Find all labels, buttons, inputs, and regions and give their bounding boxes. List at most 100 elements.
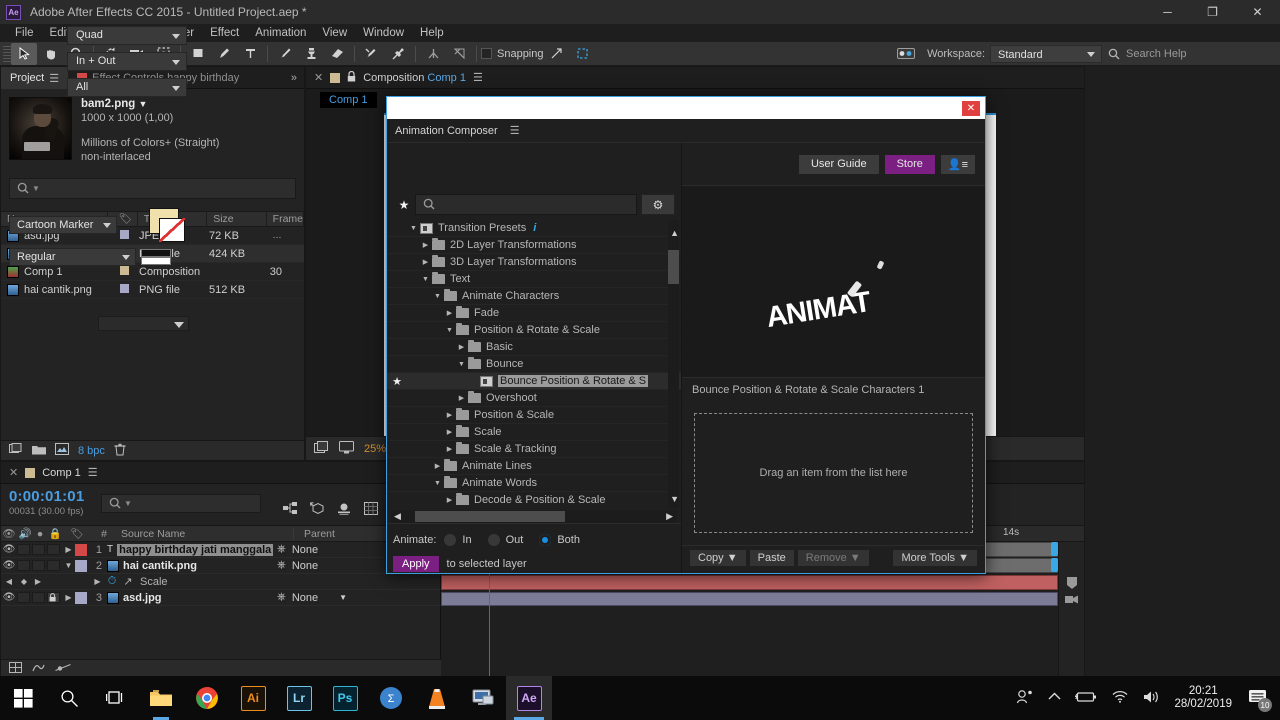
taskbar-clock[interactable]: 20:21 28/02/2019 <box>1174 685 1232 711</box>
anchor-point-tool-icon[interactable] <box>420 43 446 65</box>
layer-bar-4[interactable] <box>441 592 1058 606</box>
prev-keyframe-icon[interactable]: ◀ <box>1 577 17 586</box>
preset-tree-item[interactable]: ▶ Overshoot <box>387 390 681 407</box>
label-swatch[interactable] <box>119 283 129 293</box>
animate-radio[interactable] <box>444 534 457 546</box>
preset-tree[interactable]: ▼ Transition Presets i ▶ 2D Layer Transforma… <box>387 220 681 508</box>
stroke-type-select[interactable] <box>98 316 189 331</box>
layer-lock-toggle[interactable] <box>47 592 60 603</box>
graph-icon[interactable]: ↗ <box>120 575 136 588</box>
tree-hscroll-thumb[interactable] <box>414 511 565 522</box>
new-folder-icon[interactable] <box>32 444 46 458</box>
stopwatch-icon[interactable]: ⏱ <box>104 575 120 588</box>
chevron-down-icon[interactable]: ▼ <box>339 593 347 602</box>
menu-item-help[interactable]: Help <box>412 25 452 41</box>
shy-icon[interactable] <box>1065 576 1079 590</box>
copy-button[interactable]: Copy ▼ <box>690 549 746 566</box>
gear-icon[interactable]: ⚙ <box>641 194 675 215</box>
roto-brush-tool-icon[interactable] <box>359 43 385 65</box>
twisty-icon[interactable]: ▼ <box>443 327 456 334</box>
zoom-level[interactable]: 25% <box>364 443 386 455</box>
zoom-slider-icon[interactable] <box>55 663 71 675</box>
current-time-display[interactable]: 0:00:01:01 00031 (30.00 fps) <box>1 484 101 525</box>
scroll-right-icon[interactable]: ▶ <box>666 511 673 522</box>
monitor-icon[interactable] <box>339 440 354 457</box>
column-size[interactable]: Size <box>207 211 267 227</box>
paste-button[interactable]: Paste <box>749 549 794 566</box>
column-frame[interactable]: Frame ... <box>267 211 305 241</box>
toggle-switches-modes-icon[interactable] <box>9 661 22 676</box>
parent-pickwhip-icon[interactable]: ⎈ <box>277 543 286 556</box>
tree-scrollbar-thumb[interactable] <box>668 250 679 284</box>
remote-desktop-icon[interactable] <box>460 676 506 720</box>
scroll-up-icon[interactable]: ▲ <box>670 228 679 238</box>
show-hidden-icons-chevron-icon[interactable] <box>1048 692 1061 704</box>
layer-audio-toggle[interactable] <box>17 544 30 555</box>
layer-bar-3[interactable] <box>441 575 1058 590</box>
close-button[interactable]: ✕ <box>1235 0 1280 24</box>
timeline-layer-row[interactable]: 👁 ▶ 1 Thappy birthday jati manggala ⎈ None <box>1 542 440 558</box>
toggle-transparency-icon[interactable] <box>314 440 329 457</box>
twisty-icon[interactable]: ▶ <box>455 394 468 402</box>
animation-composer-window[interactable]: ✕ Animation Composer ☰ ★ ⚙ ▼ Transition P… <box>386 96 986 574</box>
layer-out-handle-1[interactable] <box>1051 542 1058 556</box>
start-button[interactable] <box>0 676 46 720</box>
animate-option[interactable]: Both <box>539 534 580 546</box>
user-guide-button[interactable]: User Guide <box>798 154 879 174</box>
preset-tree-item[interactable]: ★ Bounce Position & Rotate & S <box>387 373 681 390</box>
panel-menu-icon[interactable]: ☰ <box>473 71 483 84</box>
preset-search-input[interactable] <box>415 194 637 215</box>
field-select[interactable]: All <box>67 77 187 97</box>
graph-editor-icon[interactable] <box>364 501 378 518</box>
layer-solo-toggle[interactable] <box>32 592 45 603</box>
menu-item-view[interactable]: View <box>314 25 355 41</box>
twisty-icon[interactable]: ▶ <box>443 496 456 504</box>
font-style-select[interactable]: Regular <box>9 248 136 266</box>
workspace-select[interactable]: Standard <box>990 44 1102 63</box>
layer-audio-toggle[interactable] <box>17 592 30 603</box>
layer-label-color[interactable] <box>75 591 87 604</box>
layer-parent-value[interactable]: None <box>292 592 318 604</box>
hand-tool-icon[interactable] <box>37 43 63 65</box>
remove-button[interactable]: Remove ▼ <box>797 549 869 566</box>
layer-solo-toggle[interactable] <box>32 560 45 571</box>
close-icon[interactable]: ✕ <box>962 100 980 116</box>
fill-stroke-mini-swatches[interactable] <box>141 249 187 265</box>
twisty-icon[interactable]: ▼ <box>431 293 444 300</box>
store-button[interactable]: Store <box>884 154 935 174</box>
composition-tab-label[interactable]: Composition Comp 1 <box>363 72 466 84</box>
preset-tree-item[interactable]: ▼ Text <box>387 271 681 288</box>
twisty-icon[interactable]: ▼ <box>431 480 444 487</box>
animate-radio[interactable] <box>539 534 552 546</box>
scroll-left-icon[interactable]: ◀ <box>394 511 401 522</box>
maximize-button[interactable]: ❐ <box>1190 0 1235 24</box>
puppet-pin-tool-icon[interactable] <box>385 43 411 65</box>
preset-tree-item[interactable]: ▶ Scale & Tracking <box>387 441 681 458</box>
scroll-down-icon[interactable]: ▼ <box>670 494 679 504</box>
search-help-field[interactable]: Search Help <box>1102 42 1280 66</box>
illustrator-icon[interactable]: Ai <box>230 676 276 720</box>
layer-render-icon[interactable] <box>1064 593 1079 607</box>
twisty-icon[interactable]: ▼ <box>419 276 432 283</box>
snapping-checkbox[interactable] <box>481 48 492 59</box>
menu-item-file[interactable]: File <box>7 25 42 41</box>
panel-overflow-icon[interactable]: » <box>284 67 304 88</box>
panel-menu-icon[interactable]: ☰ <box>510 124 520 137</box>
vlc-icon[interactable] <box>414 676 460 720</box>
timeline-search-input[interactable]: ▼ <box>101 494 261 513</box>
more-tools-button[interactable]: More Tools ▼ <box>893 549 977 566</box>
selection-tool-icon[interactable] <box>11 42 37 65</box>
layer-twisty-icon[interactable]: ▶ <box>62 593 75 602</box>
project-item-row[interactable]: hai cantik.png PNG file 512 KB <box>1 281 304 299</box>
layer-visibility-icon[interactable]: 👁 <box>1 560 17 571</box>
eraser-tool-icon[interactable] <box>324 43 350 65</box>
timeline-layer-row[interactable]: 👁 ▶ 3 asd.jpg ⎈ None ▼ <box>1 590 440 606</box>
delete-icon[interactable] <box>114 443 126 459</box>
layer-visibility-icon[interactable]: 👁 <box>1 592 17 603</box>
property-twisty-icon[interactable]: ▶ <box>91 577 104 586</box>
layer-twisty-icon[interactable]: ▶ <box>62 545 75 554</box>
zoom-app-icon[interactable]: Σ <box>368 676 414 720</box>
tree-horizontal-scrollbar[interactable]: ◀ ▶ <box>391 510 677 523</box>
color-swatches[interactable] <box>141 208 187 242</box>
animate-option[interactable]: In <box>444 534 472 546</box>
